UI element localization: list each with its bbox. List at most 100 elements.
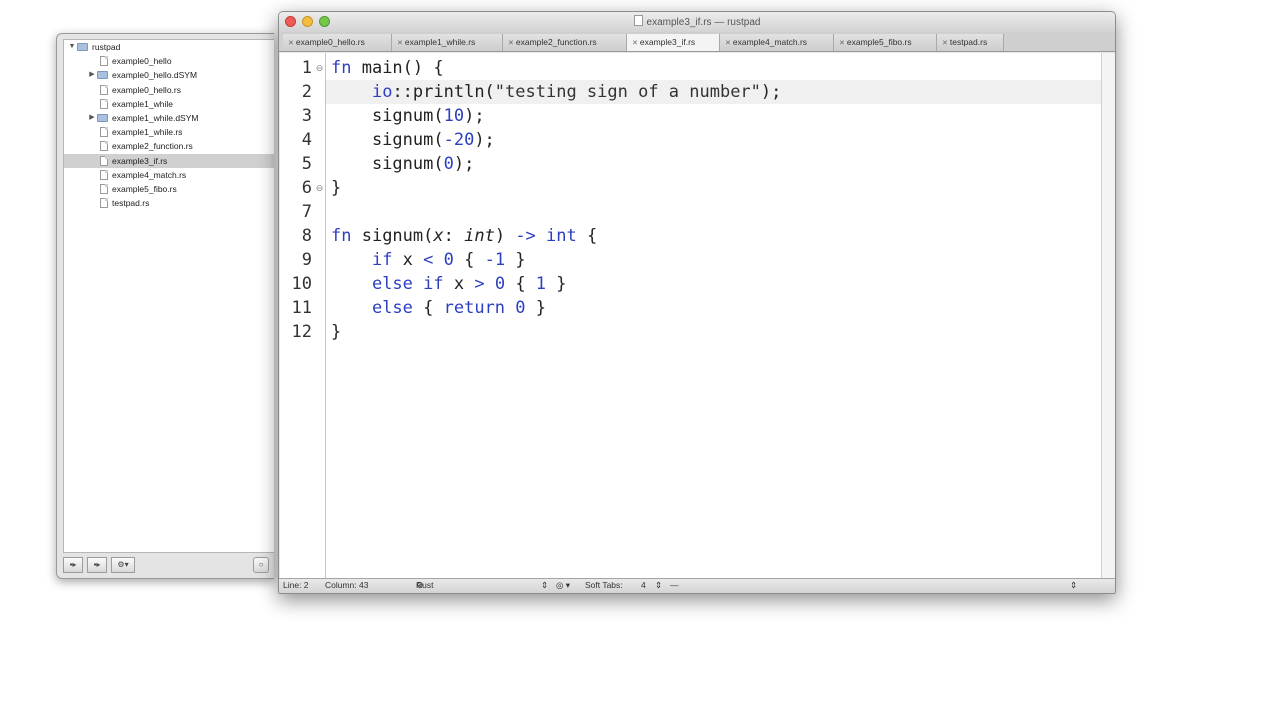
soft-tabs-label: Soft Tabs: [585, 580, 623, 590]
code-line-2: io::println("testing sign of a number"); [371, 82, 782, 102]
file-icon [100, 198, 108, 209]
line-number: 7 [301, 202, 312, 222]
close-tab-icon[interactable]: ✕ [839, 40, 845, 47]
code-line-5: signum(0); [331, 154, 475, 174]
tree-item-label: example4_match.rs [112, 169, 187, 180]
fold-marker-icon[interactable]: ⊖ [315, 176, 324, 200]
tree-file-item[interactable]: example5_fibo.rs [64, 182, 274, 196]
close-tab-icon[interactable]: ✕ [397, 40, 403, 47]
symbol-menu[interactable]: ◎ ▾ [556, 579, 570, 592]
tree-file-item[interactable]: example2_function.rs [64, 139, 274, 153]
tree-folder-item[interactable]: ▼ rustpad [64, 40, 274, 54]
document-icon [633, 15, 643, 26]
project-tree: ▼ rustpad example0_hello ▶ example0_hello.dS… [63, 39, 274, 553]
close-tab-icon[interactable]: ✕ [632, 40, 638, 47]
tab-label: example4_match.rs [732, 37, 808, 47]
editor-tab[interactable]: ✕ example0_hello.rs [283, 34, 392, 51]
add-file-icon: ▪▸ [69, 560, 77, 569]
code-line-12: } [331, 322, 342, 342]
code-editor[interactable]: 1 2 3 4 5 6 7 8 9 10 11 12 ⊖ ⊖ fn main() { io::printl… [280, 53, 1101, 581]
close-tab-icon[interactable]: ✕ [288, 40, 294, 47]
tree-item-label: example0_hello [112, 56, 172, 67]
close-tab-icon[interactable]: ✕ [725, 40, 731, 47]
file-icon [100, 183, 108, 194]
project-drawer: ▼ rustpad example0_hello ▶ example0_hello.dS… [56, 33, 274, 579]
status-bar: Line: 2 Column: 43 ⚙ Rust ⇕ ◎ ▾ Soft Tab… [279, 578, 1115, 593]
tree-item-label: example0_hello.dSYM [112, 70, 198, 81]
status-column: Column: 43 [325, 580, 369, 590]
close-tab-icon[interactable]: ✕ [942, 40, 948, 47]
editor-tab[interactable]: ✕ example1_while.rs [392, 34, 503, 51]
tree-folder-item[interactable]: ▶ example1_while.dSYM [64, 111, 274, 125]
gear-menu-button[interactable]: ⚙▾ [111, 557, 135, 573]
line-number: 3 [301, 106, 312, 126]
add-file-button[interactable]: ▪▸ [63, 557, 83, 573]
editor-tab[interactable]: ✕ example3_if.rs [627, 34, 720, 51]
circle-icon: ○ [258, 560, 264, 569]
tree-file-item[interactable]: example1_while [64, 97, 274, 111]
line-number: 2 [301, 82, 312, 102]
editor-tab[interactable]: ✕ example2_function.rs [503, 34, 627, 51]
tab-label: example2_function.rs [515, 37, 597, 47]
tree-file-item[interactable]: example1_while.rs [64, 125, 274, 139]
tab-label: example5_fibo.rs [846, 37, 912, 47]
line-number: 10 [291, 274, 312, 294]
drawer-toolbar: ▪▸ ▪▸ ⚙▾ ○ [63, 557, 274, 574]
tree-file-item[interactable]: example3_if.rs [64, 153, 274, 168]
folder-icon [97, 113, 108, 122]
disclosure-closed-icon[interactable]: ▶ [87, 111, 97, 125]
tab-bar: ✕ example0_hello.rs ✕ example1_while.rs ✕ exa… [279, 32, 1115, 52]
disclosure-open-icon[interactable]: ▼ [67, 40, 77, 54]
editor-tab[interactable]: ✕ testpad.rs [937, 34, 1004, 51]
tab-size-value[interactable]: 4 [641, 579, 646, 592]
tree-item-label: example1_while [112, 98, 173, 109]
tree-folder-item[interactable]: ▶ example0_hello.dSYM [64, 68, 274, 82]
code-line-9: if x < 0 { -1 } [371, 250, 526, 270]
code-line-3: signum(10); [331, 106, 485, 126]
file-icon [100, 155, 108, 166]
symbol-value[interactable]: — [670, 579, 679, 592]
disclosure-closed-icon[interactable]: ▶ [87, 68, 97, 82]
title-bar[interactable]: example3_if.rs — rustpad [279, 12, 1115, 32]
window-title-text: example3_if.rs — rustpad [646, 17, 761, 28]
file-icon [100, 127, 108, 138]
add-folder-icon: ▪▸ [93, 560, 101, 569]
file-icon [100, 141, 108, 152]
editor-window: example3_if.rs — rustpad ✕ example0_hello… [278, 11, 1116, 594]
gear-icon: ⚙▾ [117, 560, 129, 569]
tree-file-item[interactable]: example0_hello [64, 54, 274, 68]
line-number: 8 [301, 226, 312, 246]
tab-label: example1_while.rs [404, 37, 476, 47]
tree-file-item[interactable]: testpad.rs [64, 196, 274, 210]
file-icon [100, 169, 108, 180]
editor-tab[interactable]: ✕ example5_fibo.rs [834, 34, 937, 51]
line-number: 12 [291, 322, 312, 342]
drawer-resize-handle[interactable]: ○ [253, 557, 269, 573]
tree-item-label: testpad.rs [112, 198, 150, 209]
file-icon [100, 98, 108, 109]
code-line-8: fn signum(x: int) -> int { [331, 226, 598, 246]
tab-size-stepper-icon[interactable]: ⇕ [655, 579, 662, 592]
language-stepper-icon[interactable]: ⇕ [541, 579, 548, 592]
code-line-1: fn main() { [331, 58, 444, 78]
tree-file-item[interactable]: example0_hello.rs [64, 83, 274, 97]
tree-item-label: example3_if.rs [112, 155, 168, 166]
line-number: 6 [301, 178, 312, 198]
status-line: Line: 2 [283, 580, 309, 590]
tab-label: testpad.rs [949, 37, 988, 47]
editor-tab[interactable]: ✕ example4_match.rs [720, 34, 834, 51]
vertical-scrollbar[interactable] [1101, 53, 1115, 581]
tree-item-label: example1_while.dSYM [112, 112, 199, 123]
tab-label: example3_if.rs [639, 37, 696, 47]
add-folder-button[interactable]: ▪▸ [87, 557, 107, 573]
code-line-10: else if x > 0 { 1 } [371, 274, 567, 294]
fold-marker-icon[interactable]: ⊖ [315, 56, 324, 80]
symbol-stepper-icon[interactable]: ⇕ [1070, 579, 1077, 592]
line-number: 9 [301, 250, 312, 270]
line-number-gutter: 1 2 3 4 5 6 7 8 9 10 11 12 ⊖ ⊖ [280, 53, 326, 581]
tree-item-label: example2_function.rs [112, 141, 193, 152]
close-tab-icon[interactable]: ✕ [508, 40, 514, 47]
code-line-11: else { return 0 } [371, 298, 547, 318]
tree-file-item[interactable]: example4_match.rs [64, 168, 274, 182]
